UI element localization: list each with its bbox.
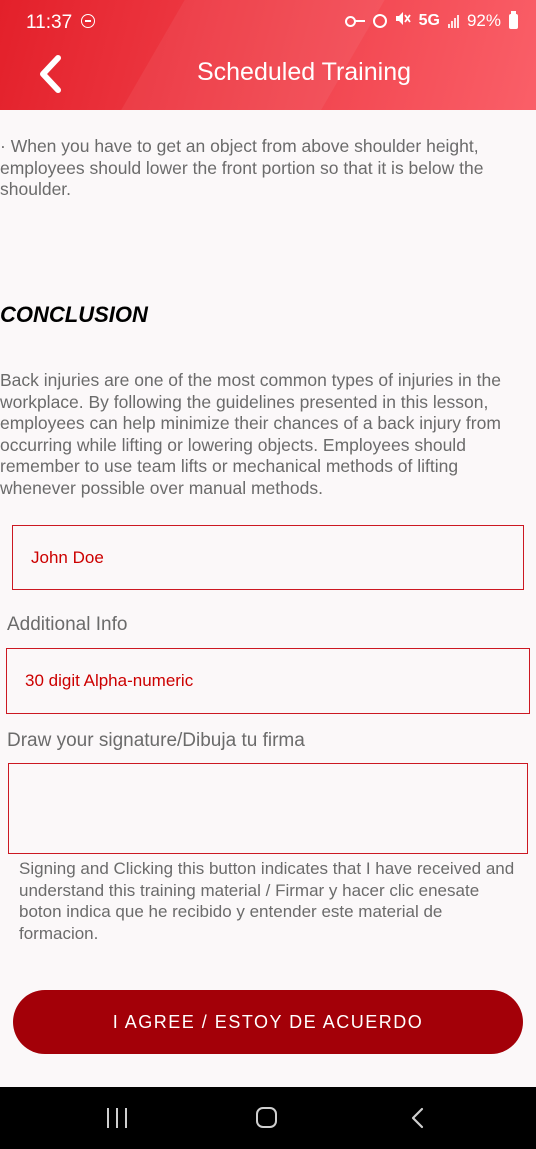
recent-apps-icon[interactable] [107,1108,127,1128]
status-bar: 11:37 5G 92% [0,0,536,40]
system-nav-bar [0,1087,536,1149]
battery-icon [509,10,518,29]
app-header: 11:37 5G 92% Scheduled Training [0,0,536,110]
signal-icon [447,14,459,28]
home-icon[interactable] [256,1107,277,1128]
dnd-icon [81,14,95,28]
agreement-disclaimer: Signing and Clicking this button indicat… [19,859,515,943]
alarm-icon [372,14,387,28]
conclusion-paragraph: Back injuries are one of the most common… [0,370,501,498]
vpn-key-icon [344,15,365,27]
nav-back-icon[interactable] [410,1107,424,1129]
conclusion-heading: CONCLUSION [0,302,148,327]
additional-info-label: Additional Info [7,614,128,635]
page-title: Scheduled Training [196,58,412,86]
additional-info-field[interactable] [6,648,530,714]
signature-label: Draw your signature/Dibuja tu firma [7,730,305,751]
status-time: 11:37 [26,12,73,33]
intro-paragraph: · When you have to get an object from ab… [0,136,484,199]
network-type: 5G [418,12,440,29]
mute-icon [395,11,411,31]
agree-button[interactable]: I AGREE / ESTOY DE ACUERDO [13,990,523,1054]
name-field[interactable] [12,525,524,590]
additional-info-input[interactable] [7,649,529,713]
signature-pad[interactable] [8,763,528,854]
status-icons: 5G 92% [344,10,518,31]
name-input[interactable] [13,526,523,589]
battery-percent: 92% [466,11,501,30]
